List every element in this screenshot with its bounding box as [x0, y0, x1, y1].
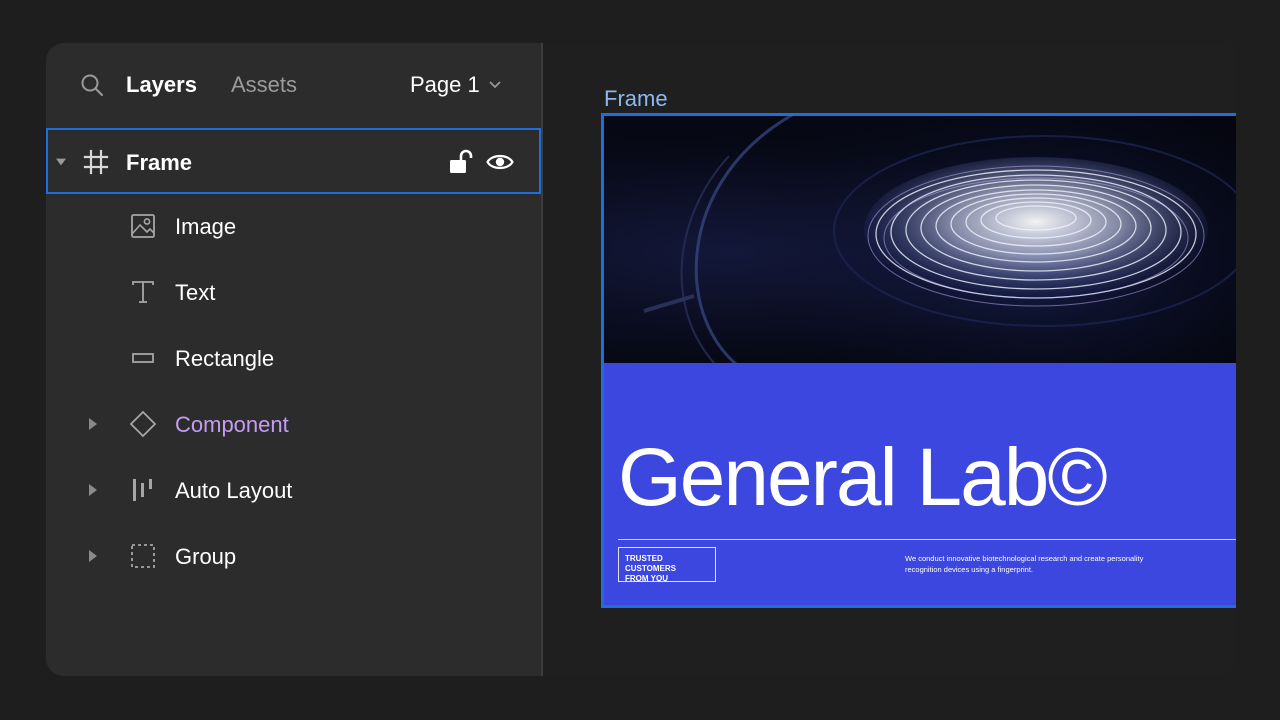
layer-row-text[interactable]: Text — [46, 260, 541, 326]
unlock-icon[interactable] — [446, 148, 474, 176]
badge-line-1: TRUSTED CUSTOMERS — [625, 554, 676, 573]
hash-icon — [83, 149, 109, 175]
auto-layout-icon — [133, 479, 152, 501]
component-icon — [129, 410, 157, 438]
layer-label-text: Text — [175, 280, 216, 305]
layer-row-auto-layout[interactable]: Auto Layout — [46, 458, 541, 524]
fingerprint-illustration — [643, 116, 1236, 363]
caret-right-icon[interactable] — [88, 418, 98, 430]
image-icon — [131, 214, 155, 238]
brand-divider — [618, 539, 1236, 540]
trusted-badge: TRUSTED CUSTOMERS FROM YOU — [618, 547, 716, 583]
layer-label-rectangle: Rectangle — [175, 346, 275, 371]
eye-icon[interactable] — [486, 148, 514, 176]
chevron-down-icon — [489, 81, 501, 89]
page-selector-value: Page 1 — [410, 72, 480, 97]
layer-row-image[interactable]: Image — [46, 194, 541, 260]
badge-line-2: FROM YOU — [625, 574, 668, 583]
rectangle-icon — [132, 353, 154, 363]
fingerprint-image — [604, 116, 1236, 363]
frame-title[interactable]: Frame — [604, 86, 668, 112]
tab-layers[interactable]: Layers — [126, 72, 197, 98]
brand-description: We conduct innovative biotechnological r… — [905, 554, 1144, 574]
layer-label-image: Image — [175, 214, 237, 239]
caret-down-icon[interactable] — [56, 156, 66, 168]
tab-assets[interactable]: Assets — [231, 72, 297, 98]
frame[interactable]: General Lab© TRUSTED CUSTOMERS FROM YOU … — [601, 113, 1236, 608]
brand-panel: General Lab© TRUSTED CUSTOMERS FROM YOU … — [604, 363, 1236, 605]
panel-header: Layers Assets Page 1 — [46, 43, 541, 127]
group-icon — [131, 544, 155, 568]
layer-label-component: Component — [175, 412, 289, 437]
search-icon[interactable] — [80, 73, 104, 97]
canvas[interactable]: Frame General Lab© TRUSTED CUSTOMERS FRO… — [543, 43, 1236, 676]
layer-label-frame: Frame — [126, 150, 193, 175]
page-selector[interactable]: Page 1 — [410, 72, 502, 98]
text-icon — [132, 281, 154, 303]
brand-title: General Lab© — [618, 432, 1108, 523]
caret-right-icon[interactable] — [88, 550, 98, 562]
layer-label-auto-layout: Auto Layout — [175, 478, 293, 503]
layer-row-rectangle[interactable]: Rectangle — [46, 326, 541, 392]
layers-panel: Layers Assets Page 1 Frame Image Text Re… — [46, 43, 541, 676]
caret-right-icon[interactable] — [88, 484, 98, 496]
layer-label-group: Group — [175, 544, 237, 569]
layer-row-frame[interactable]: Frame — [46, 128, 541, 194]
app-window: Layers Assets Page 1 Frame Image Text Re… — [46, 43, 1236, 676]
layer-row-component[interactable]: Component — [46, 392, 541, 458]
layer-row-group[interactable]: Group — [46, 524, 541, 590]
